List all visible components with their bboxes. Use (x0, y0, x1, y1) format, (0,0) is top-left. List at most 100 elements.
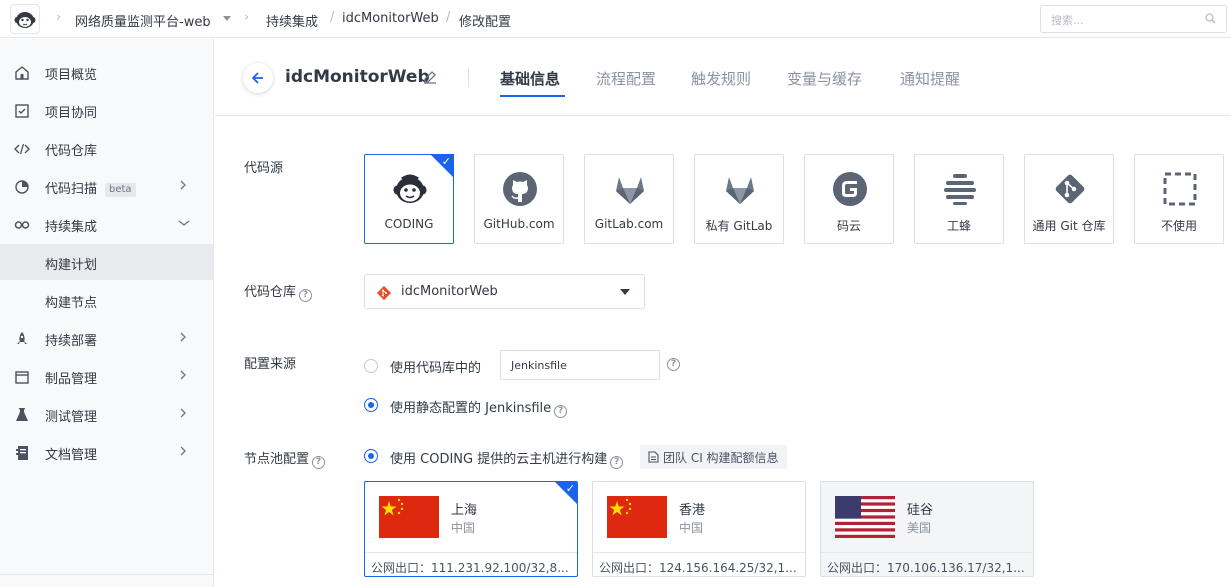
beta-badge: beta (105, 183, 136, 197)
active-tab-indicator (500, 95, 565, 97)
tab-basic-info[interactable]: 基础信息 (500, 68, 560, 89)
region-card-hongkong[interactable]: 香港 中国 公网出口：124.156.164.25/32,1... (592, 481, 806, 577)
region-ip: 公网出口：170.106.136.17/32,1... (827, 561, 1025, 575)
breadcrumb-slash: / (330, 10, 335, 25)
tab-notifications[interactable]: 通知提醒 (900, 68, 960, 89)
main-content: idcMonitorWeb 基础信息 流程配置 触发规则 变量与缓存 通知提醒 … (215, 39, 1231, 587)
config-radio-repo[interactable] (364, 359, 378, 373)
arrow-left-icon (252, 72, 263, 84)
check-icon: ✓ (441, 155, 451, 168)
gitlab-private-icon (722, 171, 758, 207)
breadcrumb-chevron-icon: › (56, 10, 62, 25)
config-radio-static[interactable] (364, 398, 378, 412)
header-divider-line (215, 115, 1231, 116)
coding-icon (392, 171, 428, 207)
help-icon[interactable]: ? (667, 358, 680, 371)
breadcrumb-job[interactable]: idcMonitorWeb (342, 11, 439, 26)
scan-icon (14, 179, 30, 195)
gongfeng-icon (942, 171, 978, 207)
page-title: idcMonitorWeb (285, 67, 430, 87)
help-icon: ? (610, 456, 624, 469)
region-name: 硅谷 (907, 503, 934, 518)
source-card-github[interactable]: GitHub.com (474, 154, 564, 244)
region-country: 中国 (451, 521, 476, 535)
node-pool-radio[interactable] (364, 449, 378, 463)
gitee-icon (832, 171, 868, 207)
chevron-right-icon (178, 331, 188, 347)
sidebar-item-cd[interactable]: 持续部署 (0, 320, 213, 356)
top-bar: › 网络质量监测平台-web › 持续集成 / idcMonitorWeb / … (0, 0, 1231, 38)
region-country: 美国 (907, 521, 932, 535)
header-divider (468, 69, 469, 87)
doc-icon (14, 445, 30, 461)
search-icon[interactable] (1205, 13, 1216, 28)
quota-info-button[interactable]: 团队 CI 构建配额信息 (640, 445, 787, 469)
breadcrumb-current: 修改配置 (459, 15, 512, 30)
project-switcher[interactable]: 网络质量监测平台-web (75, 11, 211, 30)
breadcrumb-chevron-icon: › (244, 10, 250, 25)
search-input[interactable]: 搜索... (1040, 5, 1227, 33)
china-flag-icon (379, 496, 439, 538)
box-icon (14, 369, 30, 385)
caret-down-icon[interactable] (223, 16, 231, 21)
help-icon: ? (554, 405, 568, 418)
breadcrumb-slash: / (446, 10, 451, 25)
source-card-coding[interactable]: ✓ CODING (364, 154, 454, 244)
region-ip: 公网出口：111.231.92.100/32,8... (371, 561, 569, 575)
github-icon (502, 171, 538, 207)
tab-flow-config[interactable]: 流程配置 (596, 68, 656, 89)
source-card-gitlab[interactable]: GitLab.com (584, 154, 674, 244)
git-repo-icon (376, 285, 392, 305)
sidebar-item-docs[interactable]: 文档管理 (0, 434, 213, 470)
breadcrumb-ci[interactable]: 持续集成 (266, 11, 318, 30)
help-icon: ? (299, 289, 313, 302)
caret-down-icon (620, 289, 630, 295)
source-card-gitee[interactable]: 码云 (804, 154, 894, 244)
sidebar-item-build-nodes[interactable]: 构建节点 (0, 282, 213, 318)
jenkinsfile-path-input[interactable]: Jenkinsfile (500, 350, 660, 380)
sidebar-item-scan[interactable]: 代码扫描 beta (0, 168, 213, 204)
chevron-right-icon (178, 407, 188, 423)
region-name: 香港 (679, 503, 706, 518)
code-icon (14, 141, 30, 157)
source-card-gongfeng[interactable]: 工蜂 (914, 154, 1004, 244)
config-source-label: 配置来源 (244, 357, 297, 372)
repo-select-value: idcMonitorWeb (401, 284, 498, 299)
tab-trigger-rules[interactable]: 触发规则 (691, 68, 751, 89)
sidebar-item-collab[interactable]: 项目协同 (0, 92, 213, 128)
chevron-down-icon (178, 217, 190, 232)
tab-variables-cache[interactable]: 变量与缓存 (787, 68, 862, 89)
sidebar-item-build-plan[interactable]: 构建计划 (0, 244, 213, 280)
region-ip: 公网出口：124.156.164.25/32,1... (599, 561, 797, 575)
search-placeholder: 搜索... (1051, 14, 1084, 27)
chevron-right-icon (178, 445, 188, 461)
node-pool-label: 节点池配置? (244, 448, 326, 469)
sidebar-item-testing[interactable]: 测试管理 (0, 396, 213, 432)
node-pool-option-label: 使用 CODING 提供的云主机进行构建? (390, 448, 624, 469)
sidebar-item-repo[interactable]: 代码仓库 (0, 130, 213, 166)
usa-flag-icon (835, 496, 895, 538)
chevron-right-icon (178, 179, 188, 195)
rocket-icon (14, 331, 30, 347)
edit-icon[interactable] (423, 70, 437, 88)
chevron-right-icon (178, 369, 188, 385)
source-card-private-gitlab[interactable]: 私有 GitLab (694, 154, 784, 244)
region-country: 中国 (679, 521, 704, 535)
sidebar: 项目概览 项目协同 代码仓库 代码扫描 beta 持续集成 构建计划 构建节点 持… (0, 39, 214, 587)
repo-label: 代码仓库? (244, 281, 313, 302)
source-card-generic-git[interactable]: 通用 Git 仓库 (1024, 154, 1114, 244)
repo-select[interactable]: idcMonitorWeb (364, 274, 645, 309)
coding-logo-icon[interactable] (10, 4, 40, 34)
help-icon: ? (312, 456, 326, 469)
home-icon (14, 65, 30, 81)
sidebar-divider (0, 574, 213, 575)
none-icon (1162, 171, 1198, 207)
region-card-siliconvalley[interactable]: 硅谷 美国 公网出口：170.106.136.17/32,1... (820, 481, 1034, 577)
region-card-shanghai[interactable]: ✓ 上海 中国 公网出口：111.231.92.100/32,8... (364, 481, 578, 577)
sidebar-item-overview[interactable]: 项目概览 (0, 54, 213, 90)
china-flag-icon (607, 496, 667, 538)
sidebar-item-artifacts[interactable]: 制品管理 (0, 358, 213, 394)
source-card-none[interactable]: 不使用 (1134, 154, 1224, 244)
back-button[interactable] (243, 63, 273, 93)
sidebar-item-ci[interactable]: 持续集成 (0, 206, 213, 242)
